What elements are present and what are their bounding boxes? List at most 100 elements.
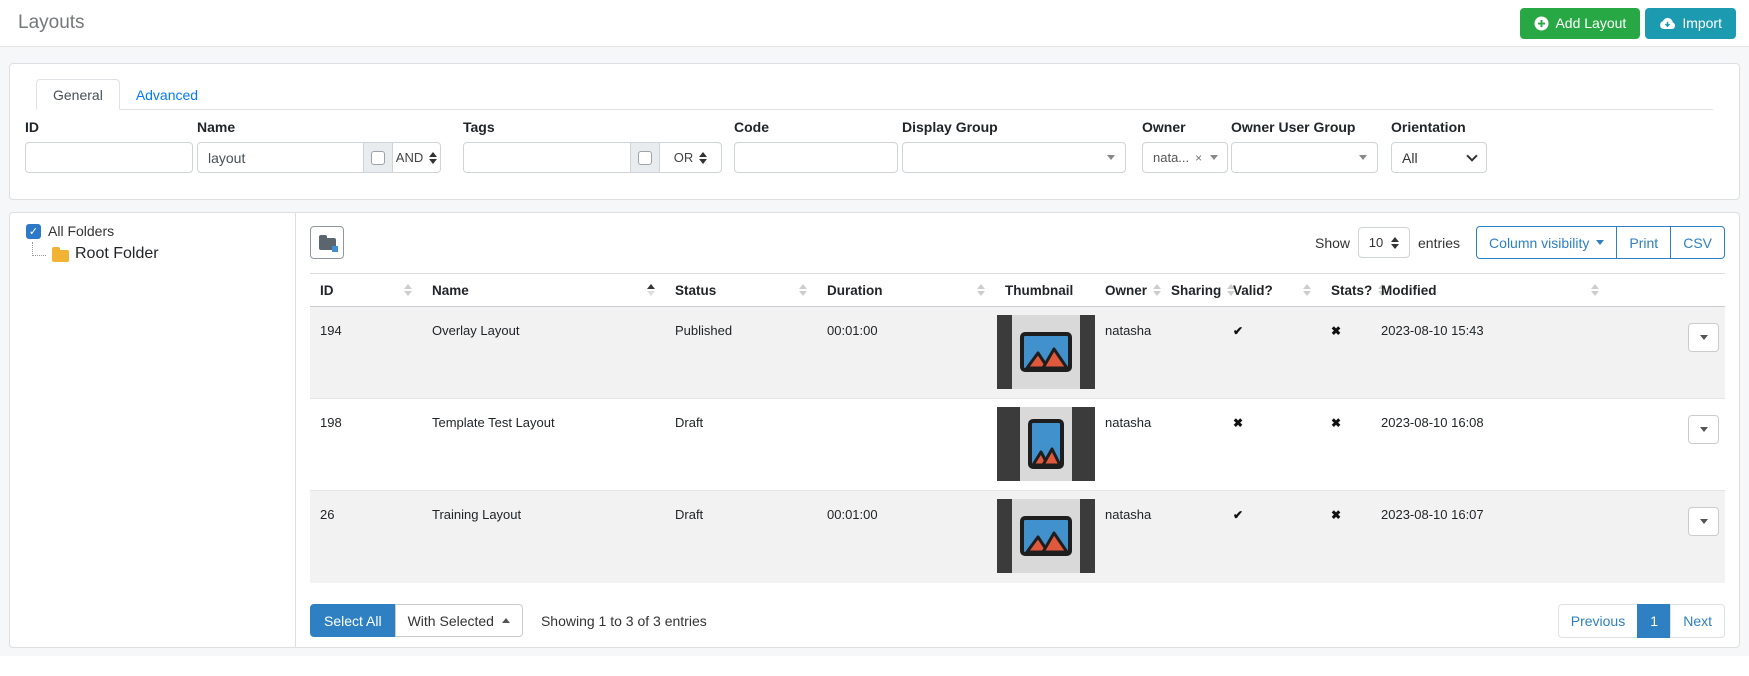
sort-icon bbox=[977, 284, 985, 296]
cell-id: 198 bbox=[310, 399, 422, 491]
print-label: Print bbox=[1629, 235, 1658, 251]
select-arrows-icon bbox=[429, 152, 437, 164]
all-folders-checkbox[interactable]: ✓ bbox=[26, 224, 41, 239]
tags-logic-select[interactable]: OR bbox=[660, 142, 722, 173]
content-card: ✓ All Folders Root Folder Show 10 entr bbox=[9, 212, 1740, 648]
name-logic-value: AND bbox=[396, 150, 423, 165]
cell-id: 194 bbox=[310, 307, 422, 399]
cell-modified: 2023-08-10 15:43 bbox=[1371, 307, 1609, 399]
tags-input[interactable] bbox=[463, 142, 631, 173]
layout-thumbnail[interactable] bbox=[997, 407, 1095, 481]
layout-thumbnail[interactable] bbox=[997, 499, 1095, 573]
cell-name: Template Test Layout bbox=[422, 399, 665, 491]
row-actions-button[interactable] bbox=[1688, 415, 1719, 444]
tags-logic-value: OR bbox=[674, 150, 694, 165]
owner-user-group-select[interactable] bbox=[1231, 142, 1378, 173]
col-header-id[interactable]: ID bbox=[310, 274, 422, 307]
image-placeholder-icon bbox=[1020, 407, 1073, 481]
pagination-previous[interactable]: Previous bbox=[1558, 604, 1638, 638]
with-selected-label: With Selected bbox=[408, 613, 494, 629]
name-input[interactable] bbox=[197, 142, 364, 173]
cell-valid: ✔ bbox=[1223, 307, 1321, 399]
col-header-owner[interactable]: Owner bbox=[1095, 274, 1161, 307]
print-button[interactable]: Print bbox=[1616, 226, 1671, 259]
page-size-select[interactable]: 10 bbox=[1358, 227, 1410, 258]
name-logic-select[interactable]: AND bbox=[393, 142, 441, 173]
plus-circle-icon bbox=[1534, 16, 1549, 31]
pagination-next[interactable]: Next bbox=[1670, 604, 1725, 638]
add-layout-button[interactable]: Add Layout bbox=[1520, 8, 1640, 39]
tab-general[interactable]: General bbox=[36, 79, 120, 110]
tags-label: Tags bbox=[463, 119, 722, 135]
all-folders-label[interactable]: All Folders bbox=[48, 223, 114, 239]
thumb-bar bbox=[1080, 315, 1095, 389]
grid-footer: Select All With Selected Showing 1 to 3 … bbox=[310, 604, 1725, 638]
col-header-stats[interactable]: Stats? bbox=[1321, 274, 1371, 307]
remove-owner-icon[interactable]: × bbox=[1195, 151, 1202, 165]
import-button[interactable]: Import bbox=[1645, 8, 1736, 39]
cross-icon: ✖ bbox=[1331, 508, 1341, 522]
row-actions-button[interactable] bbox=[1688, 507, 1719, 536]
cell-name: Overlay Layout bbox=[422, 307, 665, 399]
import-label: Import bbox=[1682, 15, 1722, 31]
orientation-select[interactable]: All bbox=[1391, 142, 1487, 173]
cell-actions bbox=[1609, 399, 1725, 491]
pagination-page-1[interactable]: 1 bbox=[1637, 604, 1671, 638]
tags-exact-match-checkbox[interactable] bbox=[638, 151, 652, 165]
owner-label: Owner bbox=[1142, 119, 1228, 135]
check-icon: ✔ bbox=[1233, 508, 1243, 522]
owner-user-group-label: Owner User Group bbox=[1231, 119, 1378, 135]
col-header-valid[interactable]: Valid? bbox=[1223, 274, 1321, 307]
name-exact-match-addon bbox=[364, 142, 393, 173]
filter-name: Name AND bbox=[197, 119, 441, 173]
owner-select[interactable]: nata... × bbox=[1142, 142, 1228, 173]
filter-owner-user-group: Owner User Group bbox=[1231, 119, 1378, 173]
cell-thumbnail bbox=[995, 399, 1095, 491]
cell-owner: natasha bbox=[1095, 491, 1161, 583]
grid-panel: Show 10 entries Column visibility Print bbox=[296, 213, 1739, 647]
pagination: Previous 1 Next bbox=[1558, 604, 1725, 638]
cell-actions bbox=[1609, 307, 1725, 399]
name-exact-match-checkbox[interactable] bbox=[371, 151, 385, 165]
cell-actions bbox=[1609, 491, 1725, 583]
table-tools-group: Column visibility Print CSV bbox=[1476, 226, 1725, 259]
select-all-button[interactable]: Select All bbox=[310, 604, 396, 637]
row-actions-button[interactable] bbox=[1688, 323, 1719, 352]
col-header-modified[interactable]: Modified bbox=[1371, 274, 1609, 307]
check-icon: ✔ bbox=[1233, 324, 1243, 338]
thumb-bar bbox=[1080, 499, 1095, 573]
grid-toolbar: Show 10 entries Column visibility Print bbox=[310, 226, 1725, 259]
caret-up-icon bbox=[502, 618, 510, 623]
code-input[interactable] bbox=[734, 142, 898, 173]
folder-tree-toggle-button[interactable] bbox=[310, 226, 344, 259]
column-visibility-button[interactable]: Column visibility bbox=[1476, 226, 1617, 259]
cell-stats: ✖ bbox=[1321, 399, 1371, 491]
sort-icon bbox=[404, 284, 412, 296]
root-folder-label[interactable]: Root Folder bbox=[75, 245, 159, 263]
tab-advanced[interactable]: Advanced bbox=[120, 79, 214, 110]
col-header-duration[interactable]: Duration bbox=[817, 274, 995, 307]
cell-stats: ✖ bbox=[1321, 307, 1371, 399]
col-header-status[interactable]: Status bbox=[665, 274, 817, 307]
code-label: Code bbox=[734, 119, 898, 135]
table-row: 198 Template Test Layout Draft bbox=[310, 399, 1725, 491]
cell-sharing bbox=[1161, 491, 1223, 583]
tree-node-root-folder[interactable]: Root Folder bbox=[32, 245, 295, 263]
csv-button[interactable]: CSV bbox=[1670, 226, 1725, 259]
show-entries: Show 10 entries bbox=[1315, 227, 1460, 258]
filter-owner: Owner nata... × bbox=[1142, 119, 1228, 173]
layout-thumbnail[interactable] bbox=[997, 315, 1095, 389]
filter-id: ID bbox=[25, 119, 193, 173]
orientation-label: Orientation bbox=[1391, 119, 1487, 135]
page-size-value: 10 bbox=[1369, 235, 1383, 250]
image-placeholder-icon bbox=[1012, 315, 1079, 389]
cell-duration bbox=[817, 399, 995, 491]
filter-code: Code bbox=[734, 119, 898, 173]
layouts-table: ID Name Status Duration Thumbnail Owner … bbox=[310, 273, 1725, 583]
thumb-bar bbox=[997, 499, 1012, 573]
col-header-name[interactable]: Name bbox=[422, 274, 665, 307]
display-group-select[interactable] bbox=[902, 142, 1126, 173]
with-selected-button[interactable]: With Selected bbox=[395, 604, 523, 637]
id-input[interactable] bbox=[25, 142, 193, 173]
col-header-sharing[interactable]: Sharing bbox=[1161, 274, 1223, 307]
